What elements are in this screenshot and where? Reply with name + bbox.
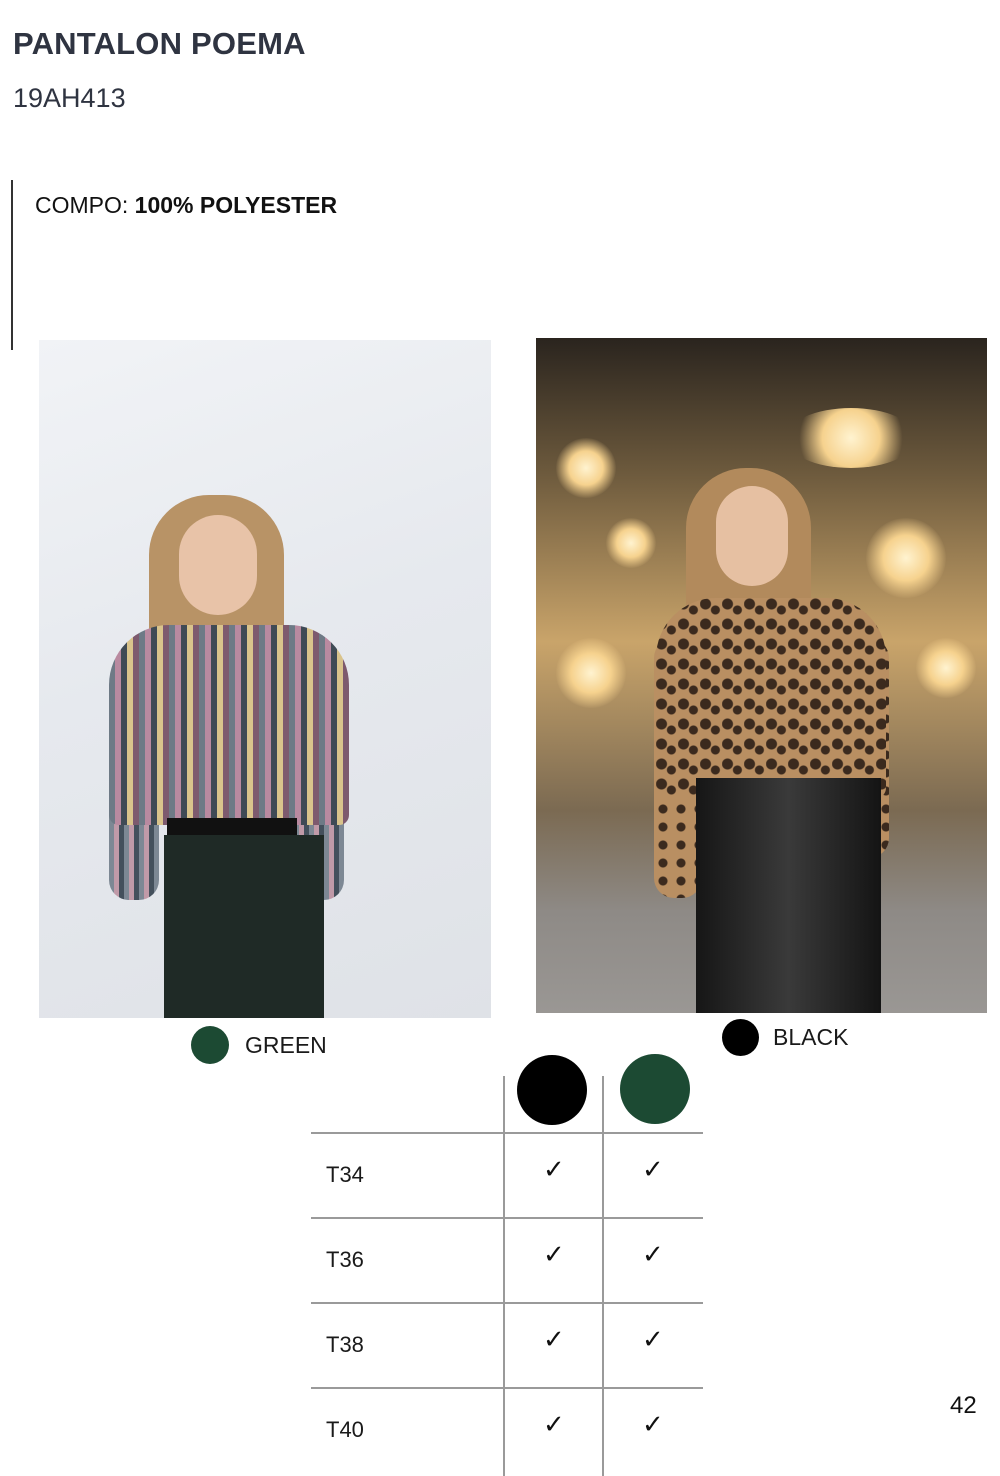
size-availability-table: T34 ✓ ✓ T36 ✓ ✓ T38 ✓ ✓ T40 ✓ ✓ (311, 1054, 703, 1476)
composition-label: COMPO: (35, 192, 129, 218)
green-color-label: GREEN (245, 1032, 327, 1058)
bokeh-light (786, 408, 916, 468)
table-row: T38 ✓ ✓ (311, 1302, 703, 1387)
bokeh-light (916, 638, 976, 698)
composition-value: 100% POLYESTER (134, 192, 338, 218)
table-row: T36 ✓ ✓ (311, 1217, 703, 1302)
leopard-blouse (656, 598, 886, 798)
check-icon: ✓ (642, 1409, 664, 1439)
size-label: T40 (326, 1417, 364, 1442)
green-pants (164, 835, 324, 1018)
model-face (179, 515, 257, 615)
product-reference: 19AH413 (13, 83, 126, 113)
size-label: T38 (326, 1332, 364, 1357)
section-divider (11, 180, 13, 350)
sequin-jacket (109, 625, 349, 825)
composition: COMPO: 100% POLYESTER (35, 192, 337, 219)
green-swatch-dot (191, 1026, 229, 1064)
bokeh-light (556, 638, 626, 708)
black-pants (696, 778, 881, 1013)
black-color-label: BLACK (773, 1024, 849, 1050)
black-column-swatch (517, 1055, 587, 1125)
table-header-row (311, 1054, 703, 1132)
check-icon: ✓ (543, 1154, 565, 1184)
bokeh-light (606, 518, 656, 568)
green-column-swatch (620, 1054, 690, 1124)
product-photo-black (536, 338, 987, 1013)
product-title: PANTALON POEMA (13, 26, 306, 61)
check-icon: ✓ (642, 1324, 664, 1354)
size-label: T36 (326, 1247, 364, 1272)
bokeh-light (556, 438, 616, 498)
black-swatch-dot (722, 1019, 759, 1056)
check-icon: ✓ (543, 1239, 565, 1269)
page-number: 42 (950, 1392, 977, 1419)
model-face (716, 486, 788, 586)
bokeh-light (866, 518, 946, 598)
check-icon: ✓ (642, 1239, 664, 1269)
check-icon: ✓ (543, 1324, 565, 1354)
check-icon: ✓ (642, 1154, 664, 1184)
product-photo-green (39, 340, 491, 1018)
check-icon: ✓ (543, 1409, 565, 1439)
size-label: T34 (326, 1162, 364, 1187)
table-row: T40 ✓ ✓ (311, 1387, 703, 1472)
table-row: T34 ✓ ✓ (311, 1132, 703, 1217)
